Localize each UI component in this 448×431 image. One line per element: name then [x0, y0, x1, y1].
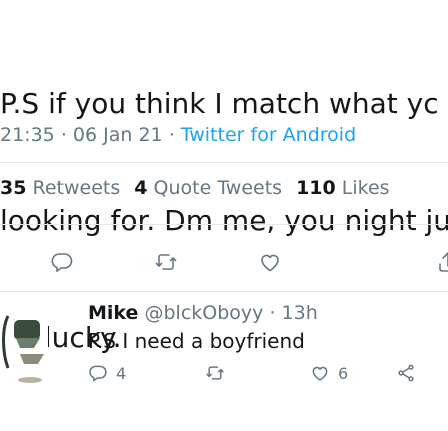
like-icon	[312, 366, 328, 381]
reply-author-name[interactable]: Mike	[88, 302, 138, 324]
reply-separator: ·	[269, 302, 276, 324]
reply-time[interactable]: 13h	[282, 302, 318, 324]
like-count: 6	[338, 363, 349, 383]
reply-like-button[interactable]: 6	[310, 363, 348, 383]
reply-icon[interactable]	[50, 250, 74, 274]
retweet-icon	[206, 366, 224, 380]
retweets-stat[interactable]: 35 Retweets	[0, 177, 120, 199]
reply-share-button[interactable]	[396, 363, 416, 383]
quote-tweets-stat[interactable]: 4 Quote Tweets	[134, 177, 282, 199]
divider	[0, 162, 448, 163]
divider	[0, 291, 448, 292]
tweet-source-link[interactable]: Twitter for Android	[181, 124, 356, 146]
reply-author-handle[interactable]: @blckOboyy	[144, 302, 263, 324]
reply-action-bar: 4 6	[0, 363, 448, 393]
reply-reply-button[interactable]: 4	[88, 363, 126, 383]
retweets-count: 35	[0, 177, 27, 199]
meta-separator: ·	[60, 124, 67, 146]
engagement-stats: 35 Retweets 4 Quote Tweets 110 Likes	[0, 177, 390, 199]
retweets-label: Retweets	[32, 177, 121, 199]
tweet-date[interactable]: 06 Jan 21	[73, 124, 163, 146]
tweet-text-line: P.S if you think I match what yc	[0, 87, 439, 120]
share-icon[interactable]	[436, 250, 448, 274]
reply-retweet-button[interactable]	[205, 363, 225, 383]
share-icon	[398, 364, 414, 382]
reply-header: Mike @blckOboyy · 13h	[88, 302, 318, 324]
likes-label: Likes	[341, 177, 390, 199]
divider	[0, 224, 448, 225]
tweet-meta: 21:35 · 06 Jan 21 · Twitter for Android	[0, 124, 356, 146]
quote-count: 4	[134, 177, 148, 199]
tweet-time[interactable]: 21:35	[0, 124, 55, 146]
retweet-icon[interactable]	[154, 250, 178, 274]
tweet-text-line: looking for. Dm me, you night ju	[0, 204, 448, 237]
reply-icon	[89, 365, 107, 382]
likes-count: 110	[296, 177, 336, 199]
quote-label: Quote Tweets	[153, 177, 283, 199]
meta-separator: ·	[168, 124, 175, 146]
likes-stat[interactable]: 110 Likes	[296, 177, 390, 199]
like-icon[interactable]	[258, 250, 282, 274]
reply-count: 4	[116, 363, 127, 383]
tweet-action-bar	[0, 250, 448, 280]
reply-text: P.S I need a boyfriend	[88, 329, 305, 353]
